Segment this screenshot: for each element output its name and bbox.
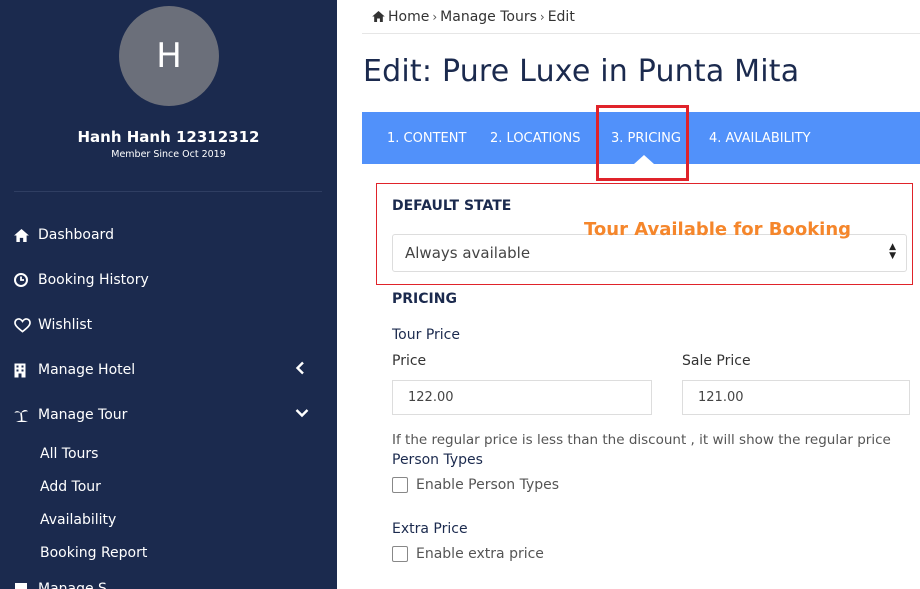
extra-price-label: Extra Price [392, 521, 468, 537]
default-state-heading: DEFAULT STATE [392, 198, 512, 214]
tab-highlight-box [596, 105, 689, 181]
sidebar-item-manage-cut[interactable]: Manage S [14, 576, 322, 589]
select-arrows-icon: ▲ ▼ [889, 242, 896, 261]
person-types-label: Person Types [392, 452, 483, 468]
sale-price-label: Sale Price [682, 353, 751, 369]
tour-price-label: Tour Price [392, 327, 460, 343]
enable-person-types-label: Enable Person Types [416, 477, 560, 493]
breadcrumb: Home › Manage Tours › Edit [362, 0, 920, 34]
sidebar-item-label: Booking History [38, 272, 149, 288]
tab-locations[interactable]: 2. LOCATIONS [490, 112, 581, 164]
sidebar-subitem-availability[interactable]: Availability [40, 509, 116, 531]
sidebar-item-label: Manage S [38, 581, 107, 589]
home-icon [14, 228, 38, 242]
sidebar-subitem-booking-report[interactable]: Booking Report [40, 542, 147, 564]
chevron-down-icon [295, 406, 309, 424]
sale-price-input[interactable]: 121.00 [682, 380, 910, 415]
member-since: Member Since Oct 2019 [111, 149, 226, 160]
sidebar-item-dashboard[interactable]: Dashboard [14, 222, 114, 248]
price-label: Price [392, 353, 427, 369]
sidebar: H Hanh Hanh 12312312 Member Since Oct 20… [0, 0, 337, 589]
sidebar-item-booking-history[interactable]: Booking History [14, 267, 149, 293]
price-input[interactable]: 122.00 [392, 380, 652, 415]
default-state-value: Always available [405, 244, 531, 262]
breadcrumb-manage-tours[interactable]: Manage Tours [440, 9, 537, 25]
sidebar-item-manage-hotel[interactable]: Manage Hotel [14, 357, 322, 383]
sidebar-item-label: Manage Tour [38, 407, 128, 423]
chevron-right-icon: › [432, 9, 438, 24]
enable-extra-price-checkbox[interactable] [392, 546, 408, 562]
tab-availability[interactable]: 4. AVAILABILITY [709, 112, 811, 164]
breadcrumb-edit: Edit [547, 8, 575, 25]
clock-icon [14, 273, 38, 287]
island-icon [14, 408, 38, 423]
chevron-right-icon: › [539, 9, 545, 24]
sidebar-divider [14, 191, 322, 192]
sidebar-item-label: Wishlist [38, 317, 93, 333]
enable-extra-price-row[interactable]: Enable extra price [392, 546, 544, 562]
building-icon [14, 363, 38, 378]
sidebar-subitem-all-tours[interactable]: All Tours [40, 443, 98, 465]
sidebar-item-wishlist[interactable]: Wishlist [14, 312, 92, 338]
heart-icon [14, 317, 38, 333]
sidebar-subitem-add-tour[interactable]: Add Tour [40, 476, 101, 498]
enable-extra-price-label: Enable extra price [416, 546, 544, 562]
sidebar-item-manage-tour[interactable]: Manage Tour [14, 402, 322, 428]
tab-content[interactable]: 1. CONTENT [387, 112, 466, 164]
annotation-text: Tour Available for Booking [584, 219, 852, 240]
enable-person-types-row[interactable]: Enable Person Types [392, 477, 559, 493]
chevron-left-icon [295, 361, 305, 379]
sidebar-item-label: Dashboard [38, 227, 114, 243]
enable-person-types-checkbox[interactable] [392, 477, 408, 493]
partial-icon [14, 582, 38, 589]
user-name: Hanh Hanh 12312312 [77, 128, 260, 146]
sidebar-item-label: Manage Hotel [38, 362, 136, 378]
page-title: Edit: Pure Luxe in Punta Mita [363, 54, 800, 89]
avatar[interactable]: H [119, 6, 219, 106]
breadcrumb-home[interactable]: Home [388, 9, 429, 25]
price-note: If the regular price is less than the di… [392, 432, 891, 448]
pricing-heading: PRICING [392, 291, 457, 307]
home-icon[interactable] [372, 11, 385, 22]
avatar-letter: H [156, 36, 182, 76]
